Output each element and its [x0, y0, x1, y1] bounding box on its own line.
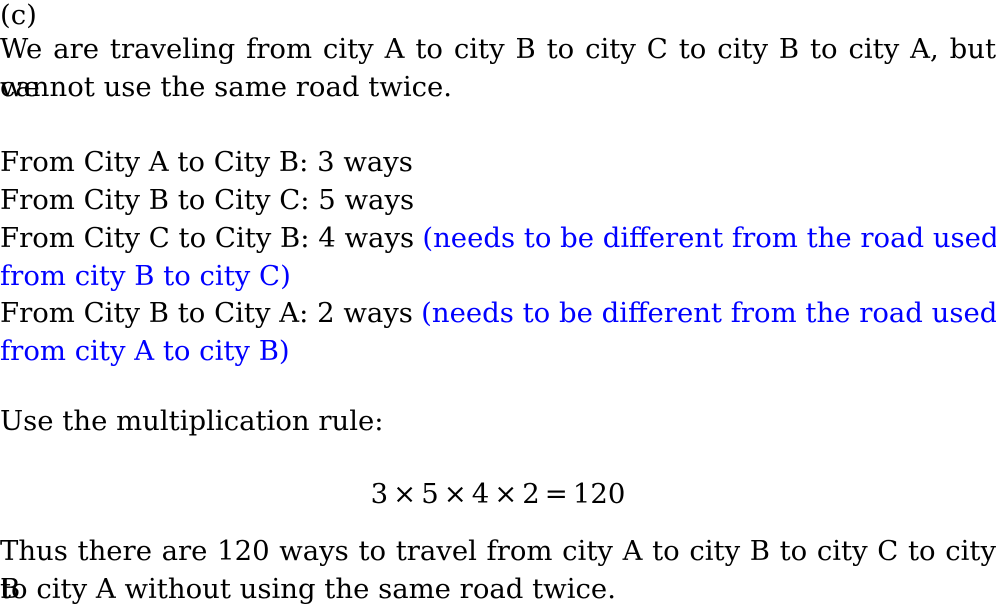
equation-term-4: 2: [522, 478, 540, 510]
equation-operator-2: ×: [443, 478, 467, 510]
equation-operator-3: ×: [494, 478, 518, 510]
equation-term-1: 3: [370, 478, 389, 510]
step-3-text: From City C to City B: 4 ways: [0, 222, 415, 254]
step-4-note-line-1: (needs to be different from the road use…: [421, 297, 996, 329]
step-2: From City B to City C: 5 ways: [0, 181, 996, 219]
solution-page: (c) We are traveling from city A to city…: [0, 0, 996, 605]
equation-term-3: 4: [471, 478, 490, 510]
step-3: From City C to City B: 4 ways (needs to b…: [0, 219, 996, 257]
equation-equals-sign: =: [544, 478, 568, 510]
step-4-note-line-2: from city A to city B): [0, 335, 290, 367]
step-3-note-line-1: (needs to be different from the road use…: [422, 222, 996, 254]
conclusion-line-2: to city A without using the same road tw…: [0, 573, 616, 605]
equation-term-2: 5: [421, 478, 439, 510]
step-1: From City A to City B: 3 ways: [0, 143, 996, 181]
step-1-text: From City A to City B: 3 ways: [0, 146, 413, 178]
equation-operator-1: ×: [393, 478, 417, 510]
display-equation: 3 × 5 × 4 × 2 = 120: [0, 475, 996, 513]
step-4: From City B to City A: 2 ways (needs to b…: [0, 294, 996, 332]
step-4-text: From City B to City A: 2 ways: [0, 297, 413, 329]
step-2-text: From City B to City C: 5 ways: [0, 184, 415, 216]
equation-result: 120: [572, 478, 626, 510]
step-3-note-line-2: from city B to city C): [0, 260, 291, 292]
part-label: (c): [0, 0, 37, 31]
intro-line-2: cannot use the same road twice.: [0, 71, 453, 103]
multiplication-rule-text: Use the multiplication rule:: [0, 405, 384, 437]
